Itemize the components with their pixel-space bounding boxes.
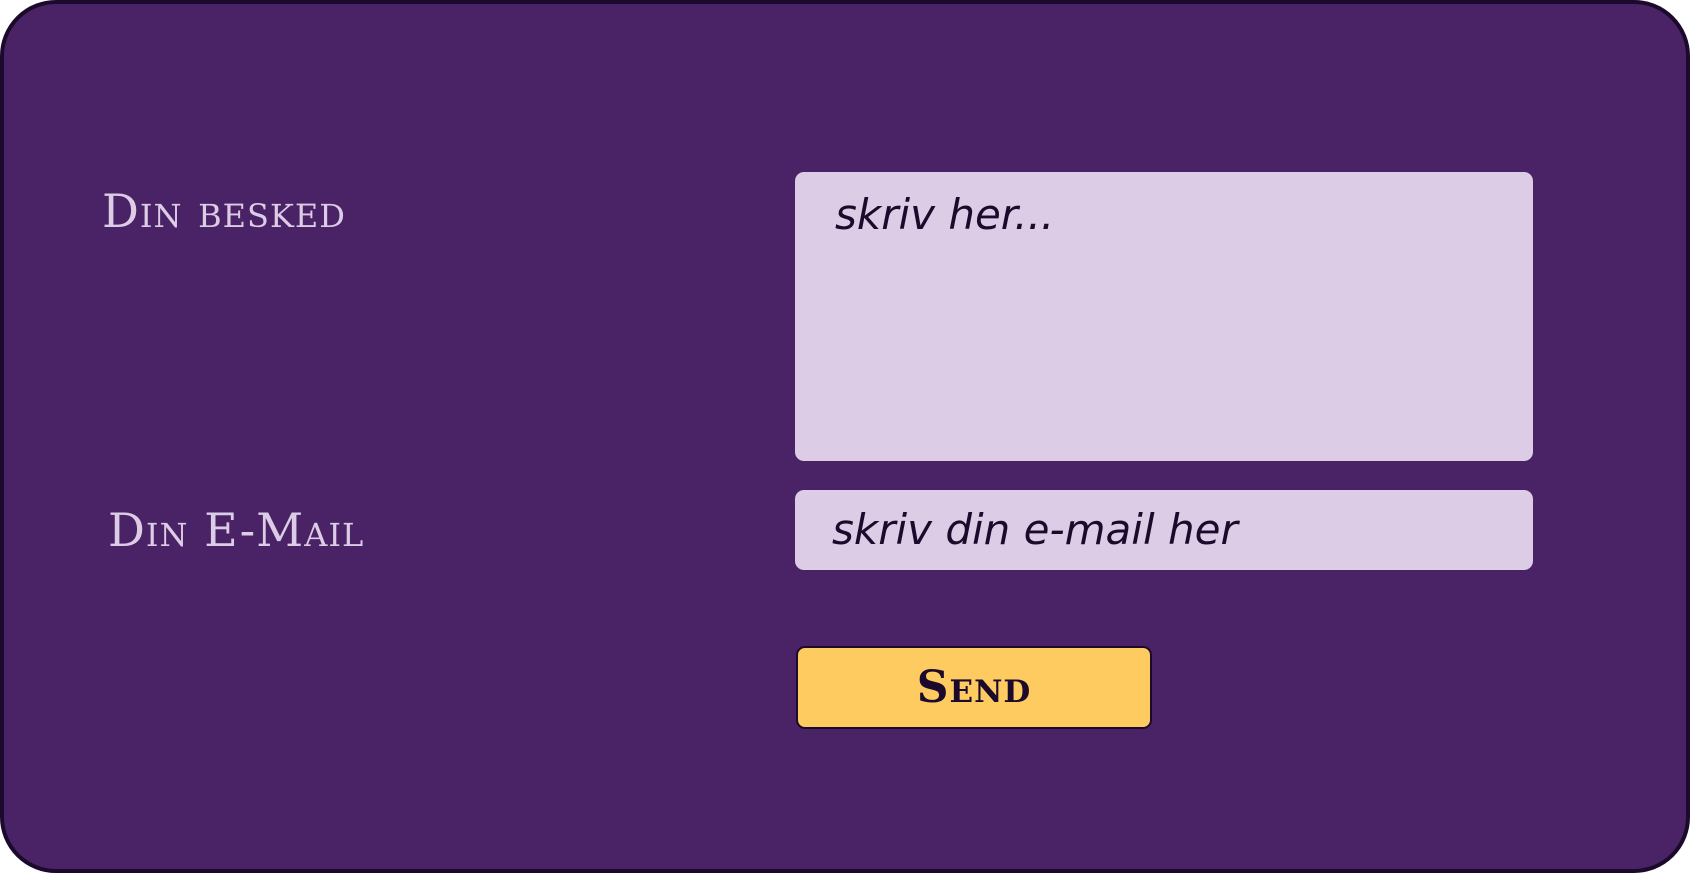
send-button[interactable]: Send bbox=[796, 646, 1152, 729]
email-label: Din E-Mail bbox=[108, 503, 365, 557]
message-textarea[interactable] bbox=[795, 172, 1533, 461]
contact-form-panel: Din besked Din E-Mail Send bbox=[0, 0, 1690, 873]
email-input[interactable] bbox=[795, 490, 1533, 570]
message-label: Din besked bbox=[102, 184, 346, 238]
